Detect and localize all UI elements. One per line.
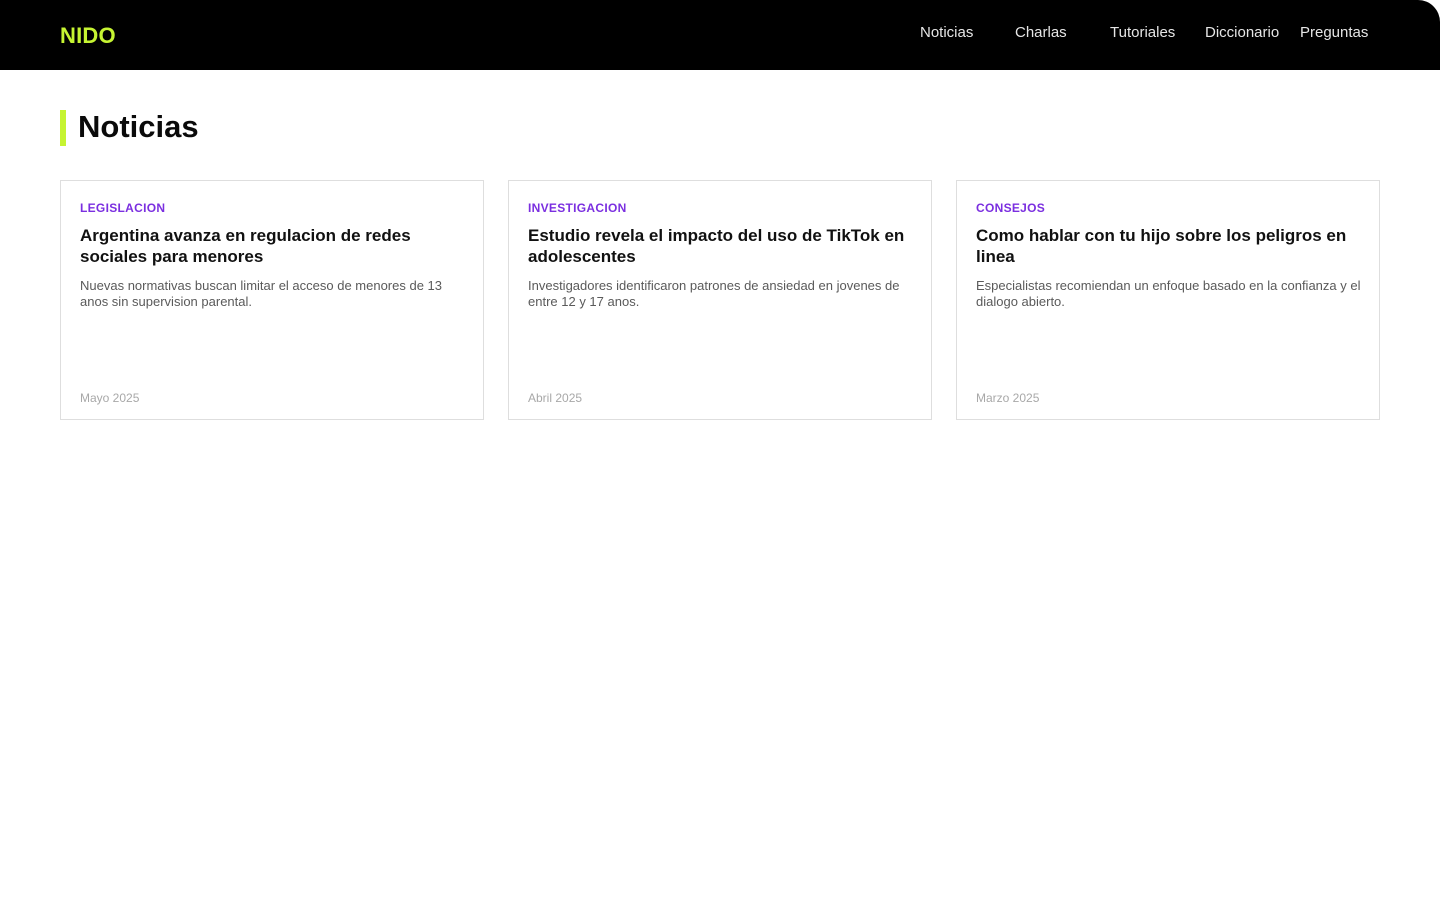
card-category: CONSEJOS [976, 201, 1046, 215]
card-category: INVESTIGACION [528, 201, 627, 215]
card-description: Investigadores identificaron patrones de… [528, 278, 900, 309]
card-title[interactable]: Argentina avanza en regulacion de redes … [80, 225, 466, 267]
site-logo[interactable]: NIDO [60, 22, 116, 50]
nav-link-noticias[interactable]: Noticias [920, 23, 973, 43]
top-navigation-bar: NIDO Noticias Charlas Tutoriales Diccion… [0, 0, 1440, 70]
nav-link-tutoriales[interactable]: Tutoriales [1110, 23, 1175, 43]
card-description: Especialistas recomiendan un enfoque bas… [976, 278, 1361, 309]
card-date: Abril 2025 [528, 391, 583, 405]
heading-accent-bar [60, 110, 66, 146]
card-category: LEGISLACION [80, 201, 166, 215]
nav-link-preguntas[interactable]: Preguntas [1300, 23, 1368, 43]
page-title: Noticias [78, 109, 199, 144]
news-card[interactable]: LEGISLACION Argentina avanza en regulaci… [60, 180, 484, 420]
card-date: Mayo 2025 [80, 391, 140, 405]
news-card[interactable]: CONSEJOS Como hablar con tu hijo sobre l… [956, 180, 1380, 420]
nav-link-diccionario[interactable]: Diccionario [1205, 23, 1279, 43]
card-description: Nuevas normativas buscan limitar el acce… [80, 278, 443, 309]
nav-link-charlas[interactable]: Charlas [1015, 23, 1067, 43]
card-title[interactable]: Estudio revela el impacto del uso de Tik… [528, 225, 914, 267]
card-title[interactable]: Como hablar con tu hijo sobre los peligr… [976, 225, 1362, 267]
news-card[interactable]: INVESTIGACION Estudio revela el impacto … [508, 180, 932, 420]
card-date: Marzo 2025 [976, 391, 1040, 405]
